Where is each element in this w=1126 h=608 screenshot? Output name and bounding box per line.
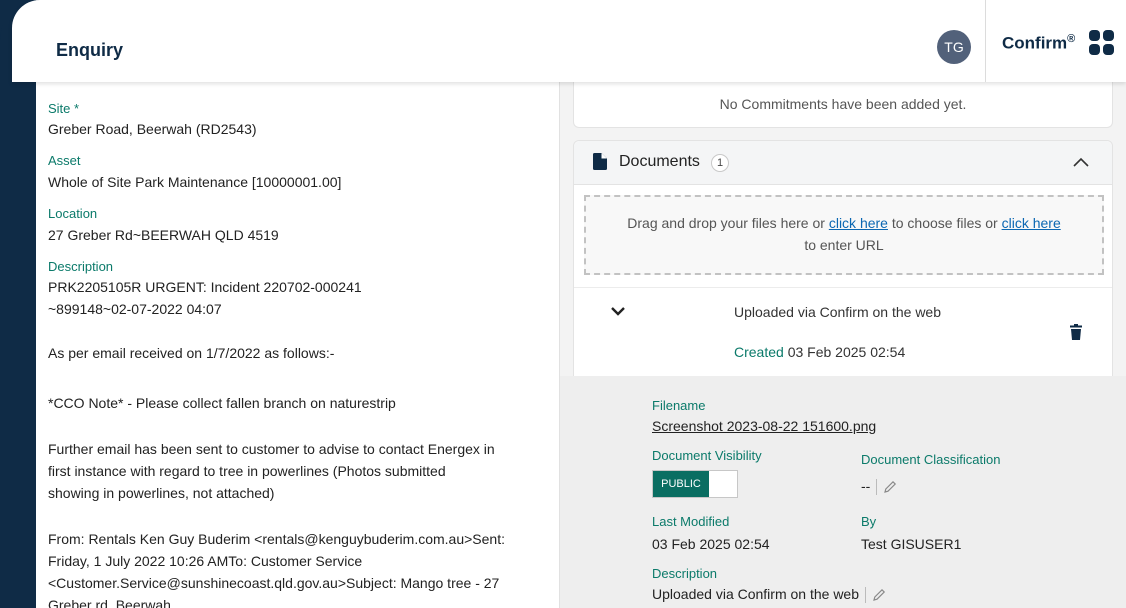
description-line: showing in powerlines, not attached) — [48, 485, 275, 501]
edit-description-icon[interactable] — [872, 588, 886, 602]
app-side-rail — [0, 0, 36, 608]
by-value: Test GISUSER1 — [861, 536, 962, 552]
app-grid-icon[interactable] — [1089, 30, 1115, 56]
description-line: Further email has been sent to customer … — [48, 441, 495, 457]
description-paragraph: From: Rentals Ken Guy Buderim <rentals@k… — [48, 528, 548, 608]
chevron-down-icon[interactable] — [611, 306, 625, 316]
location-label: Location — [48, 206, 98, 221]
dropzone-text: to enter URL — [804, 237, 884, 253]
edit-classification-icon[interactable] — [883, 480, 897, 494]
header-divider — [985, 0, 986, 82]
description-paragraph: *CCO Note* - Please collect fallen branc… — [48, 395, 396, 411]
classification-value: -- — [861, 478, 897, 496]
description-line: ~899148~02-07-2022 04:07 — [48, 301, 222, 317]
avatar[interactable]: TG — [937, 30, 971, 64]
last-modified-value: 03 Feb 2025 02:54 — [652, 536, 770, 552]
description-line: Greber rd, Beerwah — [48, 597, 171, 608]
trash-icon[interactable] — [1070, 324, 1082, 340]
brand-name: Confirm — [1002, 33, 1068, 53]
description-value: PRK2205105R URGENT: Incident 220702-0002… — [48, 276, 548, 320]
visibility-toggle[interactable]: PUBLIC — [652, 470, 738, 498]
site-value: Greber Road, Beerwah (RD2543) — [48, 121, 257, 137]
document-created: Created 03 Feb 2025 02:54 — [734, 344, 905, 360]
page-title: Enquiry — [56, 40, 124, 60]
created-value: 03 Feb 2025 02:54 — [787, 344, 906, 360]
classification-text: -- — [861, 478, 871, 494]
asset-label: Asset — [48, 153, 81, 168]
created-label: Created — [734, 344, 784, 360]
documents-title: Documents — [619, 153, 700, 170]
document-name: Uploaded via Confirm on the web — [734, 304, 942, 320]
filename-label: Filename — [652, 398, 706, 413]
description-line: PRK2205105R URGENT: Incident 220702-0002… — [48, 279, 362, 295]
location-value: 27 Greber Rd~BEERWAH QLD 4519 — [48, 227, 279, 243]
asset-value: Whole of Site Park Maintenance [10000001… — [48, 174, 342, 190]
document-icon — [593, 153, 607, 170]
description-paragraph: As per email received on 1/7/2022 as fol… — [48, 345, 335, 361]
dropzone-text: to choose files or — [887, 215, 1002, 231]
separator — [865, 587, 867, 604]
enquiry-details-panel: Site * Greber Road, Beerwah (RD2543) Ass… — [36, 82, 560, 608]
last-modified-label: Last Modified — [652, 514, 730, 529]
document-list-item: Uploaded via Confirm on the web Created … — [574, 287, 1112, 377]
page-header: Enquiry TG Confirm® — [12, 0, 1126, 82]
description-line: first instance with regard to tree in po… — [48, 463, 446, 479]
visibility-label: Document Visibility — [652, 448, 762, 463]
file-dropzone[interactable]: Drag and drop your files here or click h… — [584, 195, 1104, 275]
choose-files-link[interactable]: click here — [829, 215, 888, 231]
filename-link[interactable]: Screenshot 2023-08-22 151600.png — [652, 418, 876, 434]
description-line: <Customer.Service@sunshinecoast.qld.gov.… — [48, 575, 500, 591]
enter-url-link[interactable]: click here — [1002, 215, 1061, 231]
dropzone-line: Drag and drop your files here or click h… — [586, 215, 1102, 231]
classification-label: Document Classification — [861, 452, 1001, 467]
doc-description-label: Description — [652, 566, 718, 581]
description-label: Description — [48, 259, 114, 274]
description-line: From: Rentals Ken Guy Buderim <rentals@k… — [48, 531, 505, 547]
doc-description-text: Uploaded via Confirm on the web — [652, 586, 860, 602]
document-details: Filename Screenshot 2023-08-22 151600.pn… — [560, 376, 1126, 608]
description-paragraph: Further email has been sent to customer … — [48, 438, 548, 504]
documents-count-badge: 1 — [711, 154, 729, 172]
description-line: Friday, 1 July 2022 10:26 AMTo: Customer… — [48, 553, 363, 569]
doc-description-value: Uploaded via Confirm on the web — [652, 586, 886, 604]
separator — [876, 479, 878, 496]
brand-logo-text: Confirm® — [1002, 33, 1075, 54]
commitments-card: No Commitments have been added yet. — [573, 82, 1113, 128]
documents-header[interactable]: Documents 1 — [574, 141, 1112, 185]
commitments-empty-text: No Commitments have been added yet. — [719, 96, 967, 112]
visibility-public-state: PUBLIC — [653, 471, 709, 497]
brand-registered-mark: ® — [1067, 33, 1076, 45]
attachments-panel: No Commitments have been added yet. Docu… — [560, 82, 1126, 608]
site-label: Site * — [48, 101, 80, 116]
dropzone-text: Drag and drop your files here or — [627, 215, 829, 231]
by-label: By — [861, 514, 877, 529]
chevron-up-icon[interactable] — [1073, 157, 1089, 167]
